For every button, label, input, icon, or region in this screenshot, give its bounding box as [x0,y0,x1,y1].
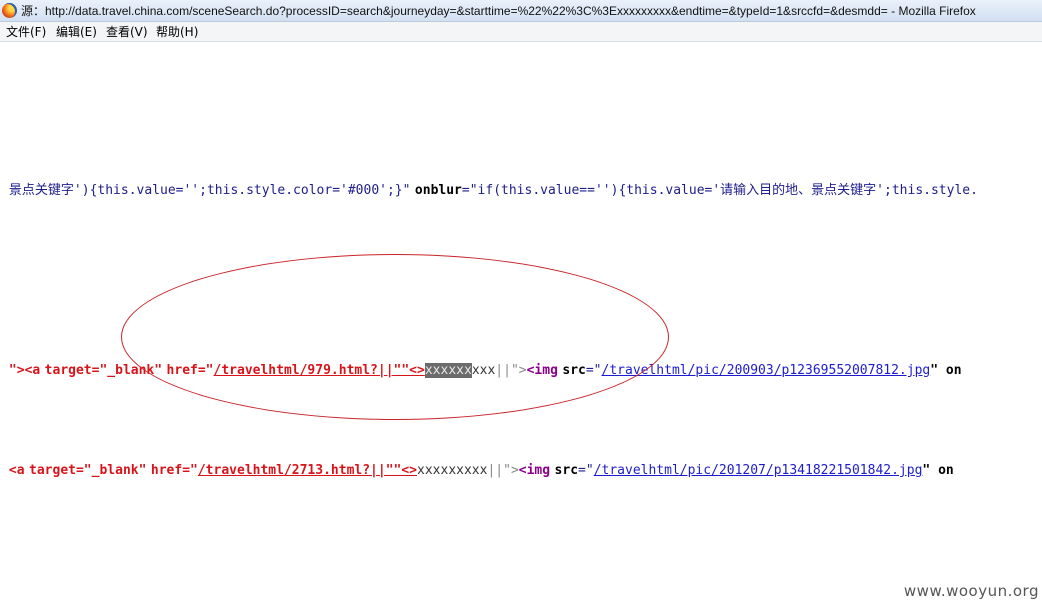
attr-name: src [562,363,586,378]
attr-name: onblur [414,183,462,198]
tag-name: <img [518,463,551,478]
code-text: {this.value='';this.style.color='#000';}… [89,183,411,198]
code-text: = [461,183,470,198]
code-text: ||"> [487,463,519,478]
highlight-ellipse [121,254,669,420]
code-text: =" [197,363,214,378]
watermark: www.wooyun.org [903,582,1039,600]
code-text: ||"> [495,363,527,378]
selected-text: xxxxxx [424,363,472,378]
window-titlebar: 源：http://data.travel.china.com/sceneSear… [0,0,1042,22]
attr-value: ="_blank" [91,363,163,378]
href-link[interactable]: /travelhtml/979.html?||""<> [214,363,425,378]
code-text: =" [585,363,602,378]
tag-name: <a [24,363,41,378]
code-text: xxx [471,363,496,378]
code-text: xxxxxxxxx [417,463,488,478]
firefox-icon [2,3,17,18]
code-text: 景点关键字') [8,183,90,198]
menu-file[interactable]: 文件(F) [6,25,46,39]
code-text: "> [8,363,25,378]
menu-help[interactable]: 帮助(H) [156,25,198,39]
source-line-2: "><a target="_blank" href="/travelhtml/9… [0,343,962,380]
attr-value: ="_blank" [75,463,147,478]
src-link[interactable]: /travelhtml/pic/201207/p13418221501842.j… [594,463,923,478]
attr-name: target [44,363,92,378]
code-text: " on [922,463,954,478]
attr-name: target [29,463,76,478]
code-text: "if(this.value=='') [469,183,619,198]
menu-bar: 文件(F) 编辑(E) 查看(V) 帮助(H) [0,22,1042,42]
code-text: {this.value='请输入目的地、景点关键字';this.style. [618,183,978,198]
source-line-1: 景点关键字'){this.value='';this.style.color='… [0,163,978,200]
menu-view[interactable]: 查看(V) [106,25,148,39]
code-text: " on [930,363,962,378]
href-link[interactable]: /travelhtml/2713.html?||""<> [198,463,417,478]
code-text: =" [578,463,594,478]
source-line-3: <a target="_blank" href="/travelhtml/271… [0,443,954,480]
window-title: 源：http://data.travel.china.com/sceneSear… [21,4,976,18]
src-link[interactable]: /travelhtml/pic/200903/p12369552007812.j… [602,363,931,378]
tag-name: <a [8,463,25,478]
menu-edit[interactable]: 编辑(E) [56,25,97,39]
attr-name: href [150,463,183,478]
code-text: =" [182,463,198,478]
attr-name: src [554,463,579,478]
tag-name: <img [526,363,558,378]
attr-name: href [166,363,198,378]
